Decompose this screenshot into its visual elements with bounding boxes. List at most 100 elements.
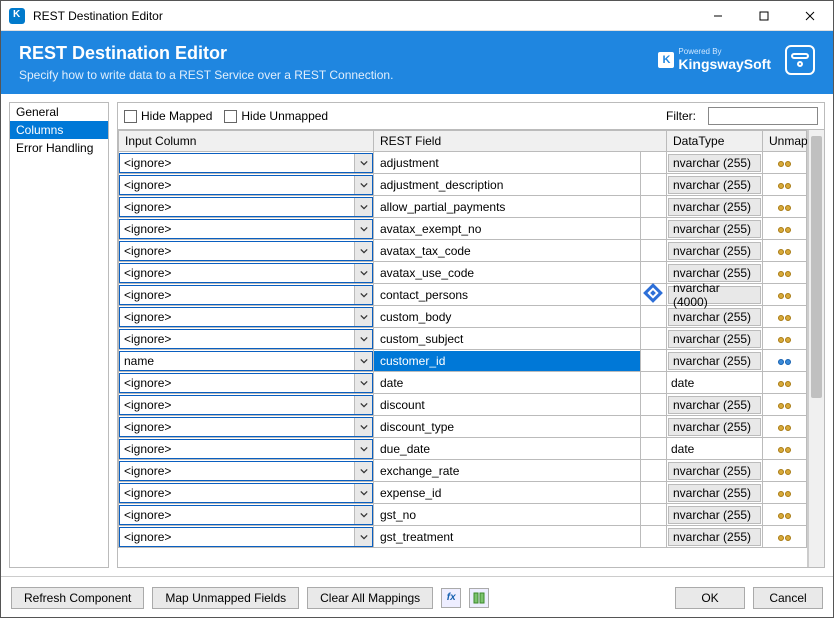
table-row[interactable]: <ignore>discountnvarchar (255) xyxy=(119,394,807,416)
unmap-icon[interactable] xyxy=(778,359,791,365)
datatype-value[interactable]: nvarchar (255) xyxy=(668,308,761,326)
input-column-dropdown[interactable]: <ignore> xyxy=(119,153,373,173)
input-column-dropdown[interactable]: <ignore> xyxy=(119,241,373,261)
unmap-icon[interactable] xyxy=(778,535,791,541)
unmap-icon[interactable] xyxy=(778,205,791,211)
datatype-value[interactable]: nvarchar (255) xyxy=(668,396,761,414)
datatype-value[interactable]: nvarchar (255) xyxy=(668,330,761,348)
sidebar-item-general[interactable]: General xyxy=(10,103,108,121)
map-unmapped-fields-button[interactable]: Map Unmapped Fields xyxy=(152,587,299,609)
table-row[interactable]: <ignore>allow_partial_paymentsnvarchar (… xyxy=(119,196,807,218)
chevron-down-icon[interactable] xyxy=(354,154,372,172)
col-header-rest[interactable]: REST Field xyxy=(374,131,667,152)
minimize-button[interactable] xyxy=(695,1,741,31)
hide-mapped-checkbox[interactable]: Hide Mapped xyxy=(124,109,212,123)
datatype-value[interactable]: nvarchar (255) xyxy=(668,528,761,546)
unmap-icon[interactable] xyxy=(778,381,791,387)
unmap-icon[interactable] xyxy=(778,425,791,431)
chevron-down-icon[interactable] xyxy=(354,220,372,238)
input-column-dropdown[interactable]: <ignore> xyxy=(119,417,373,437)
unmap-icon[interactable] xyxy=(778,513,791,519)
chevron-down-icon[interactable] xyxy=(354,264,372,282)
input-column-dropdown[interactable]: name xyxy=(119,351,373,371)
unmap-icon[interactable] xyxy=(778,249,791,255)
input-column-dropdown[interactable]: <ignore> xyxy=(119,219,373,239)
hide-unmapped-checkbox[interactable]: Hide Unmapped xyxy=(224,109,328,123)
col-header-unmap[interactable]: Unmap xyxy=(763,131,807,152)
unmap-icon[interactable] xyxy=(778,293,791,299)
clear-all-mappings-button[interactable]: Clear All Mappings xyxy=(307,587,433,609)
filter-input[interactable] xyxy=(708,107,818,125)
datatype-value[interactable]: nvarchar (255) xyxy=(668,176,761,194)
datatype-value[interactable]: nvarchar (255) xyxy=(668,198,761,216)
table-row[interactable]: <ignore>expense_idnvarchar (255) xyxy=(119,482,807,504)
unmap-icon[interactable] xyxy=(778,469,791,475)
chevron-down-icon[interactable] xyxy=(354,330,372,348)
chevron-down-icon[interactable] xyxy=(354,418,372,436)
table-row[interactable]: <ignore>gst_nonvarchar (255) xyxy=(119,504,807,526)
unmap-icon[interactable] xyxy=(778,447,791,453)
input-column-dropdown[interactable]: <ignore> xyxy=(119,483,373,503)
chevron-down-icon[interactable] xyxy=(354,352,372,370)
input-column-dropdown[interactable]: <ignore> xyxy=(119,329,373,349)
chevron-down-icon[interactable] xyxy=(354,462,372,480)
datatype-value[interactable]: nvarchar (255) xyxy=(668,264,761,282)
chevron-down-icon[interactable] xyxy=(354,308,372,326)
input-column-dropdown[interactable]: <ignore> xyxy=(119,505,373,525)
input-column-dropdown[interactable]: <ignore> xyxy=(119,395,373,415)
unmap-icon[interactable] xyxy=(778,491,791,497)
unmap-icon[interactable] xyxy=(778,337,791,343)
input-column-dropdown[interactable]: <ignore> xyxy=(119,197,373,217)
chevron-down-icon[interactable] xyxy=(354,198,372,216)
fx-button[interactable]: fx xyxy=(441,588,461,608)
table-row[interactable]: <ignore>adjustmentnvarchar (255) xyxy=(119,152,807,174)
datatype-value[interactable]: nvarchar (255) xyxy=(668,352,761,370)
maximize-button[interactable] xyxy=(741,1,787,31)
table-row[interactable]: <ignore>custom_bodynvarchar (255) xyxy=(119,306,807,328)
chevron-down-icon[interactable] xyxy=(354,286,372,304)
mapping-grid[interactable]: Input Column REST Field DataType Unmap <… xyxy=(118,130,808,567)
datatype-value[interactable]: nvarchar (255) xyxy=(668,506,761,524)
table-row[interactable]: <ignore>avatax_tax_codenvarchar (255) xyxy=(119,240,807,262)
input-column-dropdown[interactable]: <ignore> xyxy=(119,307,373,327)
datatype-value[interactable]: nvarchar (255) xyxy=(668,220,761,238)
col-header-datatype[interactable]: DataType xyxy=(667,131,763,152)
table-row[interactable]: <ignore>gst_treatmentnvarchar (255) xyxy=(119,526,807,548)
close-button[interactable] xyxy=(787,1,833,31)
input-column-dropdown[interactable]: <ignore> xyxy=(119,285,373,305)
table-row[interactable]: <ignore>datedate xyxy=(119,372,807,394)
vertical-scrollbar[interactable] xyxy=(808,130,824,567)
table-row[interactable]: <ignore>exchange_ratenvarchar (255) xyxy=(119,460,807,482)
chevron-down-icon[interactable] xyxy=(354,484,372,502)
input-column-dropdown[interactable]: <ignore> xyxy=(119,461,373,481)
unmap-icon[interactable] xyxy=(778,315,791,321)
ok-button[interactable]: OK xyxy=(675,587,745,609)
chevron-down-icon[interactable] xyxy=(354,440,372,458)
sidebar-item-columns[interactable]: Columns xyxy=(10,121,108,139)
table-row[interactable]: namecustomer_idnvarchar (255) xyxy=(119,350,807,372)
datatype-value[interactable]: nvarchar (255) xyxy=(668,154,761,172)
table-row[interactable]: <ignore>due_datedate xyxy=(119,438,807,460)
refresh-component-button[interactable]: Refresh Component xyxy=(11,587,144,609)
chevron-down-icon[interactable] xyxy=(354,242,372,260)
col-header-input[interactable]: Input Column xyxy=(119,131,374,152)
input-column-dropdown[interactable]: <ignore> xyxy=(119,263,373,283)
datatype-value[interactable]: nvarchar (255) xyxy=(668,484,761,502)
unmap-icon[interactable] xyxy=(778,403,791,409)
datatype-value[interactable]: nvarchar (255) xyxy=(668,462,761,480)
unmap-icon[interactable] xyxy=(778,271,791,277)
chevron-down-icon[interactable] xyxy=(354,374,372,392)
input-column-dropdown[interactable]: <ignore> xyxy=(119,439,373,459)
columns-icon-button[interactable] xyxy=(469,588,489,608)
datatype-value[interactable]: nvarchar (4000) xyxy=(668,286,761,304)
table-row[interactable]: <ignore>discount_typenvarchar (255) xyxy=(119,416,807,438)
cancel-button[interactable]: Cancel xyxy=(753,587,823,609)
input-column-dropdown[interactable]: <ignore> xyxy=(119,527,373,547)
unmap-icon[interactable] xyxy=(778,227,791,233)
scrollbar-thumb[interactable] xyxy=(811,136,822,398)
chevron-down-icon[interactable] xyxy=(354,528,372,546)
table-row[interactable]: <ignore>avatax_exempt_nonvarchar (255) xyxy=(119,218,807,240)
input-column-dropdown[interactable]: <ignore> xyxy=(119,175,373,195)
datatype-value[interactable]: nvarchar (255) xyxy=(668,242,761,260)
unmap-icon[interactable] xyxy=(778,161,791,167)
